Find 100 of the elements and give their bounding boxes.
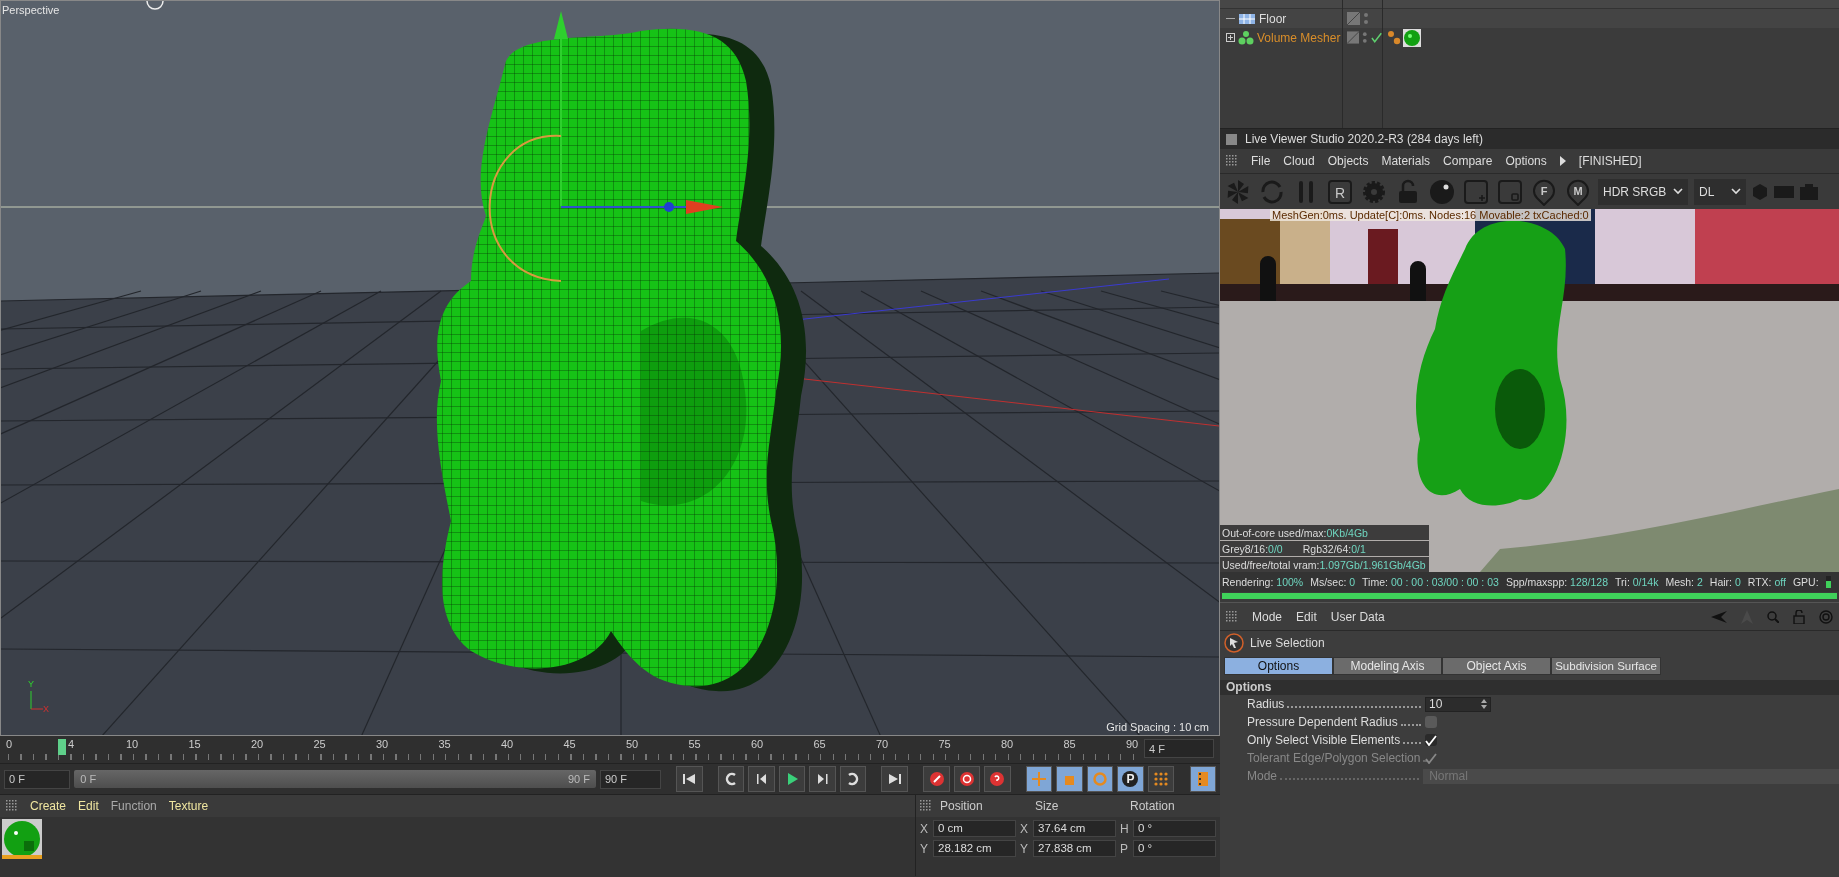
camera-label: Perspective: [2, 4, 60, 16]
frame-number: 25: [313, 738, 326, 750]
go-end-button[interactable]: [881, 766, 908, 792]
tab[interactable]: Options: [1224, 657, 1333, 675]
help-button[interactable]: [984, 766, 1011, 792]
column-header: Position: [940, 799, 984, 813]
tab[interactable]: Modeling Axis: [1333, 657, 1442, 675]
coordinate-field[interactable]: 0 cm: [933, 820, 1016, 837]
menu-item[interactable]: File: [1251, 154, 1271, 168]
menu-item[interactable]: Materials: [1381, 154, 1431, 168]
submenu-arrow-icon[interactable]: [1559, 156, 1566, 166]
axis-label: Y: [1020, 841, 1029, 856]
playhead-marker: [58, 739, 66, 755]
check-icon[interactable]: [1370, 32, 1382, 43]
frame-number: 90: [1126, 738, 1139, 750]
object-name[interactable]: Floor: [1259, 11, 1287, 26]
end-frame-field[interactable]: 90 F: [599, 769, 661, 789]
scale-tool-button[interactable]: [1056, 766, 1083, 792]
tab[interactable]: Subdivision Surface: [1551, 657, 1661, 675]
number-field[interactable]: 10: [1425, 696, 1491, 712]
live-selection-icon[interactable]: [1224, 633, 1244, 653]
frame-number: 50: [626, 738, 639, 750]
step-back-button[interactable]: [748, 766, 775, 792]
coordinate-field[interactable]: 28.182 cm: [933, 840, 1016, 857]
go-end-icon: [886, 771, 903, 787]
playhead-frame: 4: [68, 738, 75, 750]
menu-item[interactable]: Compare: [1443, 154, 1493, 168]
checkbox[interactable]: [1425, 716, 1437, 728]
memory-stat: Used/free/total vram:1.097Gb/1.961Gb/4Gb: [1222, 558, 1426, 571]
layer-icon: [1347, 31, 1360, 44]
pin-icon[interactable]: M: [1564, 177, 1592, 206]
points-tool-button[interactable]: [1147, 766, 1174, 792]
column-header: Size: [1035, 799, 1060, 813]
material-tag-icon[interactable]: [1403, 28, 1421, 47]
coordinate-field[interactable]: 27.838 cm: [1033, 840, 1116, 857]
move-tool-icon: [1031, 771, 1048, 787]
p-label: P: [1122, 771, 1139, 787]
render-stat: Spp/maxspp: 128/128: [1505, 576, 1609, 588]
parameter-label: Pressure Dependent Radius: [1247, 715, 1398, 729]
coordinate-field[interactable]: 37.64 cm: [1033, 820, 1116, 837]
frame-number: 0: [6, 738, 13, 750]
loop-forward-button[interactable]: [839, 766, 866, 792]
frame-number: 80: [1001, 738, 1014, 750]
render-stat: Tri: 0/14k: [1615, 576, 1659, 588]
start-frame-field[interactable]: 0 F: [4, 769, 71, 789]
render-stat: Time: 00 : 00 : 03/00 : 00 : 03: [1362, 576, 1499, 588]
coordinate-field[interactable]: 0 °: [1133, 820, 1216, 837]
go-start-button[interactable]: [676, 766, 703, 792]
move-tool-button[interactable]: [1026, 766, 1053, 792]
dropdown[interactable]: DL: [1694, 178, 1746, 205]
current-frame-field[interactable]: 4 F: [1144, 739, 1214, 758]
tool-name: Live Selection: [1250, 636, 1325, 650]
autokey-button[interactable]: [953, 766, 981, 792]
menu-item[interactable]: Create: [30, 799, 67, 813]
material-thumbnail[interactable]: [2, 819, 42, 859]
frame-number: 75: [938, 738, 951, 750]
object-name[interactable]: Volume Mesher: [1257, 30, 1341, 45]
menu-item[interactable]: Edit: [78, 799, 99, 813]
memory-stat: Out-of-core used/max:0Kb/4Gb: [1222, 526, 1368, 539]
render-stat: Ms/sec: 0: [1310, 576, 1356, 588]
menu-item[interactable]: Options: [1505, 154, 1547, 168]
step-forward-button[interactable]: [809, 766, 836, 792]
memory-stat: Grey8/16:0/0: [1222, 542, 1283, 555]
visibility-dots-icon[interactable]: [1363, 12, 1369, 25]
frame-range-slider[interactable]: 0 F 90 F: [74, 770, 596, 788]
frame-number: 70: [876, 738, 889, 750]
menu-item[interactable]: Cloud: [1283, 154, 1315, 168]
go-start-icon: [681, 771, 698, 787]
render-stat: Mesh: 2: [1665, 576, 1703, 588]
film-strip-button[interactable]: [1189, 766, 1216, 792]
parameter-label: Radius: [1247, 697, 1285, 711]
axis-label: Y: [920, 841, 929, 856]
menu-item[interactable]: Edit: [1296, 609, 1317, 624]
grip-icon: [6, 800, 18, 812]
expand-icon[interactable]: [1226, 33, 1235, 42]
coordinate-field[interactable]: 0 °: [1133, 840, 1216, 857]
panel-icon: [1226, 133, 1237, 145]
r-box-icon[interactable]: R: [1326, 177, 1354, 206]
loop-back-button[interactable]: [718, 766, 745, 792]
menu-item[interactable]: Texture: [168, 799, 209, 813]
column-header: Rotation: [1130, 799, 1176, 813]
visibility-dots-icon[interactable]: [1362, 31, 1368, 44]
frame-number: 55: [688, 738, 701, 750]
dropdown[interactable]: HDR SRGB: [1598, 178, 1688, 205]
menu-item[interactable]: User Data: [1330, 609, 1385, 624]
checkmark-icon: [1425, 752, 1437, 764]
menu-item[interactable]: Mode: [1252, 609, 1283, 624]
sphere-icon[interactable]: [1428, 177, 1456, 206]
rotate-tool-button[interactable]: [1086, 766, 1114, 792]
panel-title: Live Viewer Studio 2020.2-R3 (284 days left): [1245, 132, 1483, 146]
pin-icon[interactable]: F: [1530, 177, 1558, 206]
tool-p-button[interactable]: P: [1117, 766, 1144, 792]
tab[interactable]: Object Axis: [1442, 657, 1551, 675]
record-button[interactable]: [923, 766, 950, 792]
play-button[interactable]: [778, 766, 806, 792]
tag-spheres-icon[interactable]: [1387, 30, 1401, 45]
parameter-label: Only Select Visible Elements: [1247, 733, 1401, 747]
menu-item[interactable]: Objects: [1327, 154, 1369, 168]
chevron-icon: [1673, 188, 1683, 195]
mesher-icon: [1238, 29, 1254, 46]
